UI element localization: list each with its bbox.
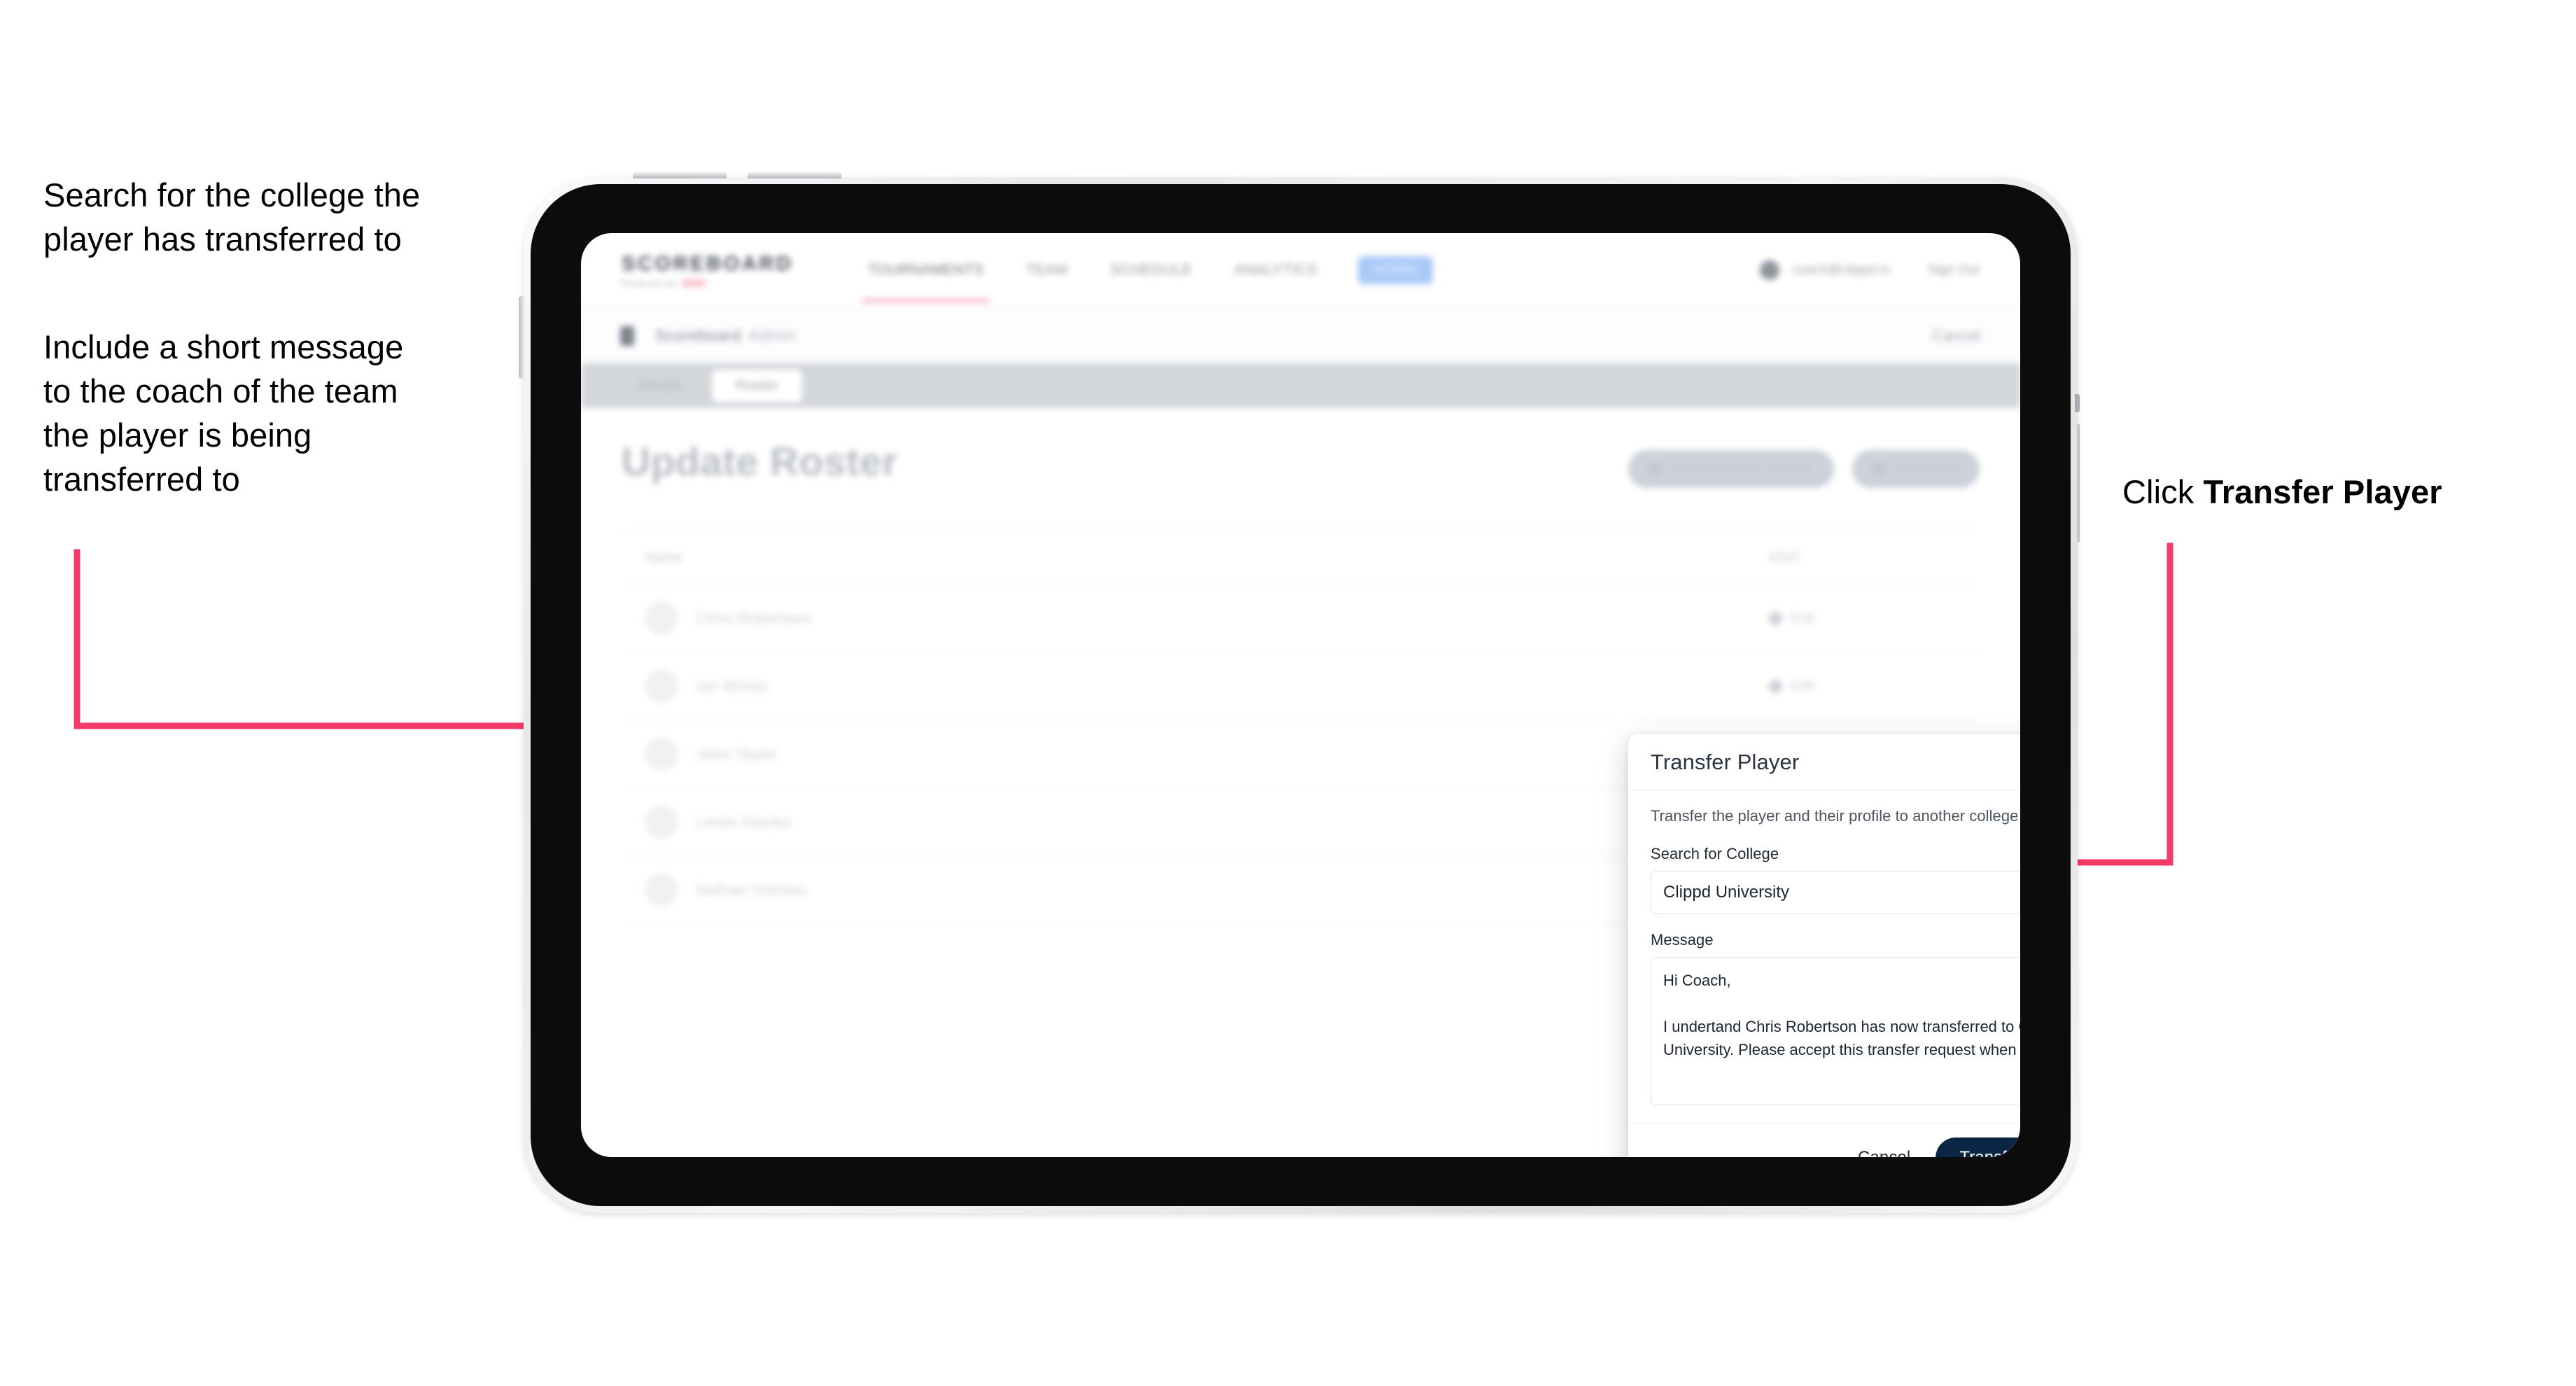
sub-bar-title-muted: Admin (748, 326, 796, 344)
sign-out-link[interactable]: Sign Out (1928, 262, 1980, 278)
brand-name: SCOREBOARD (622, 252, 794, 275)
nav-link-analytics[interactable]: ANALYTICS (1233, 256, 1319, 284)
clippd-badge-icon (682, 279, 706, 287)
player-name: Lewis Davies (696, 812, 791, 831)
transfer-icon (1649, 463, 1662, 475)
page-title: Update Roster (622, 440, 898, 484)
player-avatar-icon (645, 670, 678, 702)
transfer-player-dialog: Transfer Player Transfer the player and … (1628, 734, 2020, 1157)
pencil-icon (1767, 609, 1784, 627)
add-player-label: Add Player (1893, 461, 1959, 476)
brand-powered-by: Powered by (622, 278, 678, 288)
player-avatar-icon (645, 738, 678, 770)
table-row[interactable]: Chris Robertson Edit (622, 584, 1980, 652)
nav-link-admin[interactable]: ADMIN (1357, 256, 1434, 284)
roster-table-header: Name EDIT (622, 532, 1980, 584)
player-avatar-icon (645, 602, 678, 634)
player-name: Ian Winter (696, 676, 769, 695)
cancel-button[interactable]: Cancel (1854, 1147, 1914, 1158)
roster-row-name-cell: Nathan Holmes (622, 874, 1743, 906)
tablet-device-mockup: SCOREBOARD Powered by TOURNAMENTS TEAM S… (519, 172, 2080, 1213)
tab-details[interactable]: Details (615, 370, 706, 402)
nav-right-cluster: coach@clippd.io Sign Out (1760, 260, 1980, 280)
annotation-click-target: Transfer Player (2203, 473, 2442, 510)
player-name: Nathan Holmes (696, 880, 807, 899)
nav-link-team[interactable]: TEAM (1025, 256, 1070, 284)
table-row[interactable]: Ian Winter Edit (622, 652, 1980, 720)
roster-row-name-cell: John Taylor (622, 738, 1743, 770)
volume-up-button[interactable] (633, 172, 727, 178)
nav-link-schedule[interactable]: SCHEDULE (1109, 256, 1194, 284)
power-button[interactable] (519, 296, 525, 379)
annotation-search-college: Search for the college the player has tr… (43, 176, 421, 258)
nav-user-email: coach@clippd.io (1792, 262, 1891, 277)
field-spacer (1651, 914, 2020, 931)
message-textarea[interactable]: Hi Coach, I undertand Chris Robertson ha… (1651, 957, 2020, 1105)
request-player-transfer-button[interactable]: Request Player Transfer (1628, 450, 1835, 488)
dialog-footer: Cancel Transfer Player (1628, 1124, 2020, 1157)
roster-row-name-cell: Lewis Davies (622, 806, 1743, 838)
annotation-include-message: Include a short message to the coach of … (43, 328, 404, 498)
pencil-icon (1767, 677, 1784, 695)
roster-row-edit-action[interactable]: Edit (1743, 677, 1980, 695)
annotation-click-prefix: Click (2122, 473, 2204, 510)
search-college-label: Search for College (1651, 845, 1779, 862)
app-sub-bar: Scoreboard Admin Cancel (581, 309, 2020, 363)
tab-roster[interactable]: Roster (712, 369, 802, 402)
app-top-navigation: SCOREBOARD Powered by TOURNAMENTS TEAM S… (581, 233, 2020, 309)
roster-row-name-cell: Chris Robertson (622, 602, 1743, 634)
nav-links: TOURNAMENTS TEAM SCHEDULE ANALYTICS ADMI… (862, 256, 1434, 302)
roster-row-name-cell: Ian Winter (622, 670, 1743, 702)
page-header: Update Roster Request Player Transfer Ad… (622, 439, 1980, 488)
edit-label: Edit (1791, 610, 1815, 626)
dialog-title: Transfer Player (1651, 749, 1800, 774)
device-bezel: SCOREBOARD Powered by TOURNAMENTS TEAM S… (531, 184, 2071, 1206)
player-name: John Taylor (696, 744, 778, 763)
request-player-transfer-label: Request Player Transfer (1670, 461, 1814, 476)
player-avatar-icon (645, 806, 678, 838)
edit-label: Edit (1791, 678, 1815, 694)
message-label: Message (1651, 931, 1714, 948)
sub-bar-title-text: Scoreboard (655, 326, 741, 344)
clipboard-icon (620, 326, 634, 346)
brand-subtitle: Powered by (622, 279, 793, 288)
avatar (1760, 260, 1780, 280)
roster-row-edit-action[interactable]: Edit (1743, 609, 1980, 627)
app-tab-bar: Details Roster (581, 363, 2020, 408)
brand-logo[interactable]: SCOREBOARD Powered by (622, 253, 793, 288)
column-header-name: Name (645, 550, 683, 566)
device-shell: SCOREBOARD Powered by TOURNAMENTS TEAM S… (519, 172, 2080, 1213)
page-header-actions: Request Player Transfer Add Player (1628, 439, 1980, 488)
dialog-body: Transfer the player and their profile to… (1628, 790, 2020, 1124)
annotation-click-transfer-player: Click Transfer Player (2122, 470, 2556, 514)
player-avatar-icon (645, 874, 678, 906)
device-screen: SCOREBOARD Powered by TOURNAMENTS TEAM S… (581, 233, 2020, 1157)
player-name: Chris Robertson (696, 608, 813, 627)
side-button-small[interactable] (2075, 394, 2080, 412)
sub-bar-title: Scoreboard Admin (655, 326, 795, 345)
dialog-description: Transfer the player and their profile to… (1651, 807, 2019, 825)
add-player-button[interactable]: Add Player (1852, 450, 1980, 488)
transfer-player-button[interactable]: Transfer Player (1935, 1137, 2020, 1157)
sub-bar-cancel-link[interactable]: Cancel (1932, 327, 1981, 345)
column-header-edit: EDIT (1770, 550, 1802, 566)
volume-down-button[interactable] (748, 172, 841, 178)
nav-link-tournaments[interactable]: TOURNAMENTS (862, 256, 990, 302)
search-college-input[interactable] (1651, 871, 2020, 914)
side-button-long[interactable] (2075, 424, 2080, 542)
plus-icon (1873, 463, 1886, 475)
dialog-header: Transfer Player (1628, 734, 2020, 790)
